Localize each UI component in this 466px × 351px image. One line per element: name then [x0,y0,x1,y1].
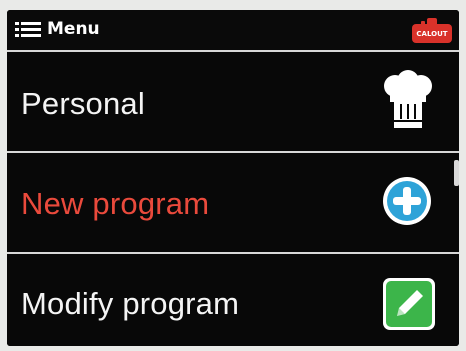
menu-item-personal[interactable]: Personal [7,52,459,151]
menu-item-new-program[interactable]: New program [7,153,459,252]
menu-item-modify-program[interactable]: Modify program [7,254,459,346]
menu-item-label: Modify program [21,286,240,321]
list-icon[interactable] [15,22,41,38]
calout-badge[interactable]: CALOUT [411,16,453,44]
device-frame: Menu CALOUT Personal New program Modify … [0,0,466,351]
display-screen: Menu CALOUT Personal New program Modify … [7,10,459,346]
calout-label: CALOUT [416,30,448,38]
menu-title[interactable]: Menu [47,19,100,39]
menu-item-label: New program [21,186,210,221]
add-circle-icon [383,177,431,225]
header-bar: Menu CALOUT [7,10,459,50]
scrollbar[interactable] [454,160,459,186]
menu-item-label: Personal [21,86,145,121]
edit-pencil-icon [383,278,435,330]
chef-hat-icon [384,70,432,128]
